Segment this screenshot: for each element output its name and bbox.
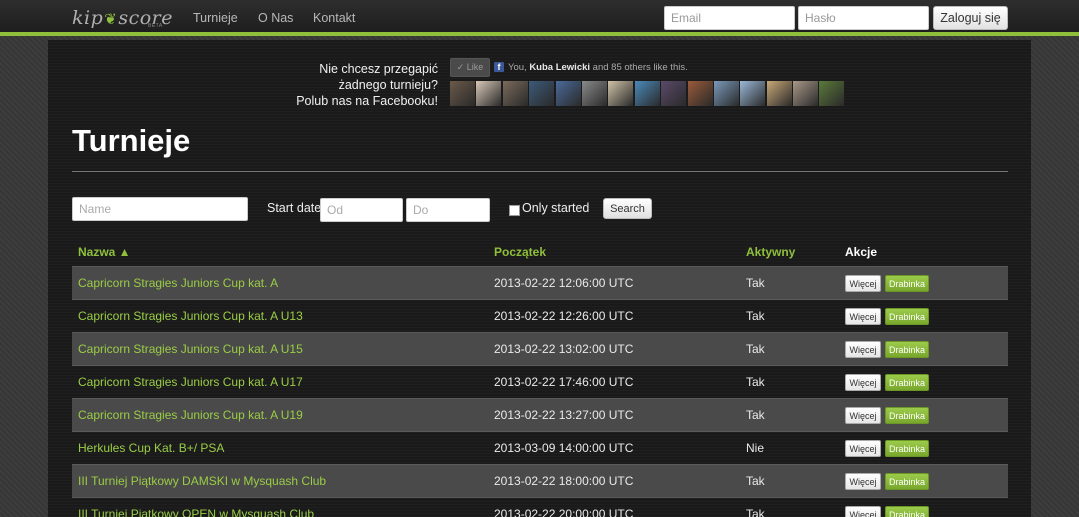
tournament-start-date: 2013-03-09 14:00:00 UTC — [494, 441, 634, 455]
table-row: Capricorn Stragies Juniors Cup kat. A U1… — [72, 398, 1008, 431]
bracket-button[interactable]: Drabinka — [885, 308, 929, 325]
name-filter-input[interactable] — [72, 197, 248, 221]
logo-beta-badge: BETA — [148, 23, 163, 29]
facebook-promo-line: Nie chcesz przegapić — [319, 62, 438, 76]
title-divider — [72, 171, 1008, 172]
bracket-button[interactable]: Drabinka — [885, 440, 929, 457]
nav-link-turnieje[interactable]: Turnieje — [193, 11, 238, 25]
tournament-name-link[interactable]: Herkules Cup Kat. B+/ PSA — [78, 441, 224, 455]
facebook-friend-avatar[interactable] — [713, 81, 739, 106]
tournament-active-status: Tak — [746, 375, 765, 389]
logo-leaf-icon: ❦ — [104, 10, 118, 28]
more-button[interactable]: Więcej — [845, 308, 881, 325]
facebook-friend-avatar[interactable] — [502, 81, 528, 106]
column-header-start[interactable]: Początek — [494, 245, 546, 259]
more-button[interactable]: Więcej — [845, 374, 881, 391]
facebook-friend-avatar[interactable] — [634, 81, 660, 106]
facebook-friend-avatar[interactable] — [766, 81, 792, 106]
only-started-label: Only started — [522, 201, 590, 215]
social-suffix: and 85 others like this. — [590, 62, 688, 73]
more-button[interactable]: Więcej — [845, 407, 881, 424]
facebook-friend-avatar[interactable] — [740, 81, 766, 106]
facebook-like-button[interactable]: ✓ Like — [450, 58, 490, 77]
tournament-name-link[interactable]: III Turniej Piątkowy DAMSKI w Mysquash C… — [78, 474, 326, 488]
facebook-friend-avatar[interactable] — [819, 81, 845, 106]
tournament-start-date: 2013-02-22 20:00:00 UTC — [494, 507, 634, 517]
start-date-label: Start date — [267, 201, 322, 215]
tournament-active-status: Tak — [746, 342, 765, 356]
more-button[interactable]: Więcej — [845, 275, 881, 292]
facebook-friend-avatar[interactable] — [581, 81, 607, 106]
bracket-button[interactable]: Drabinka — [885, 275, 929, 292]
more-button[interactable]: Więcej — [845, 341, 881, 358]
tournament-name-link[interactable]: Capricorn Stragies Juniors Cup kat. A — [78, 276, 278, 290]
tournament-start-date: 2013-02-22 12:26:00 UTC — [494, 309, 634, 323]
table-row: Capricorn Stragies Juniors Cup kat. A 20… — [72, 266, 1008, 299]
social-prefix: You, — [508, 62, 530, 73]
facebook-friend-avatar[interactable] — [608, 81, 634, 106]
facebook-faces — [450, 81, 846, 106]
page-title: Turnieje — [72, 123, 191, 158]
email-field[interactable] — [664, 6, 795, 30]
table-row: Herkules Cup Kat. B+/ PSA 2013-03-09 14:… — [72, 431, 1008, 464]
facebook-friend-avatar[interactable] — [555, 81, 581, 106]
tournament-start-date: 2013-02-22 13:27:00 UTC — [494, 408, 634, 422]
social-friend-name[interactable]: Kuba Lewicki — [529, 62, 590, 73]
column-header-active[interactable]: Aktywny — [746, 245, 795, 259]
login-button[interactable]: Zaloguj się — [933, 6, 1008, 30]
tournament-start-date: 2013-02-22 17:46:00 UTC — [494, 375, 634, 389]
search-button[interactable]: Search — [603, 198, 652, 219]
facebook-friend-avatar[interactable] — [661, 81, 687, 106]
only-started-checkbox[interactable] — [509, 205, 520, 216]
tournament-name-link[interactable]: Capricorn Stragies Juniors Cup kat. A U1… — [78, 375, 303, 389]
logo-kip-text: kip — [72, 7, 104, 29]
tournament-active-status: Nie — [746, 441, 765, 455]
tournament-name-link[interactable]: III Turniej Piątkowy OPEN w Mysquash Clu… — [78, 507, 314, 517]
column-header-actions: Akcje — [845, 245, 878, 259]
facebook-friend-avatar[interactable] — [687, 81, 713, 106]
top-navbar: kip❦score BETA Turnieje O Nas Kontakt Za… — [0, 0, 1079, 36]
tournament-start-date: 2013-02-22 13:02:00 UTC — [494, 342, 634, 356]
tournament-name-link[interactable]: Capricorn Stragies Juniors Cup kat. A U1… — [78, 408, 303, 422]
tournament-start-date: 2013-02-22 18:00:00 UTC — [494, 474, 634, 488]
facebook-promo-line: Polub nas na Facebooku! — [296, 94, 438, 108]
tournament-active-status: Tak — [746, 309, 765, 323]
table-row: III Turniej Piątkowy OPEN w Mysquash Clu… — [72, 497, 1008, 517]
kipscore-logo[interactable]: kip❦score BETA — [72, 7, 173, 31]
date-to-input[interactable] — [406, 198, 490, 222]
facebook-friend-avatar[interactable] — [450, 81, 475, 106]
facebook-friend-avatar[interactable] — [529, 81, 555, 106]
bracket-button[interactable]: Drabinka — [885, 407, 929, 424]
facebook-promo-text: Nie chcesz przegapić żadnego turnieju? P… — [296, 61, 438, 109]
tournament-name-link[interactable]: Capricorn Stragies Juniors Cup kat. A U1… — [78, 309, 303, 323]
tournament-start-date: 2013-02-22 12:06:00 UTC — [494, 276, 634, 290]
date-from-input[interactable] — [320, 198, 403, 222]
tournament-active-status: Tak — [746, 276, 765, 290]
nav-link-o-nas[interactable]: O Nas — [258, 11, 293, 25]
password-field[interactable] — [798, 6, 929, 30]
bracket-button[interactable]: Drabinka — [885, 473, 929, 490]
facebook-social-context: You, Kuba Lewicki and 85 others like thi… — [508, 62, 688, 73]
bracket-button[interactable]: Drabinka — [885, 506, 929, 517]
table-row: Capricorn Stragies Juniors Cup kat. A U1… — [72, 365, 1008, 398]
table-row: Capricorn Stragies Juniors Cup kat. A U1… — [72, 332, 1008, 365]
facebook-icon: f — [494, 62, 504, 72]
tournament-active-status: Tak — [746, 408, 765, 422]
more-button[interactable]: Więcej — [845, 506, 881, 517]
more-button[interactable]: Więcej — [845, 440, 881, 457]
facebook-friend-avatar[interactable] — [793, 81, 819, 106]
tournament-active-status: Tak — [746, 474, 765, 488]
nav-link-kontakt[interactable]: Kontakt — [313, 11, 355, 25]
bracket-button[interactable]: Drabinka — [885, 341, 929, 358]
tournament-active-status: Tak — [746, 507, 765, 517]
table-row: Capricorn Stragies Juniors Cup kat. A U1… — [72, 299, 1008, 332]
more-button[interactable]: Więcej — [845, 473, 881, 490]
column-header-name[interactable]: Nazwa ▲ — [78, 245, 131, 259]
tournament-name-link[interactable]: Capricorn Stragies Juniors Cup kat. A U1… — [78, 342, 303, 356]
facebook-promo-line: żadnego turnieju? — [338, 78, 438, 92]
bracket-button[interactable]: Drabinka — [885, 374, 929, 391]
facebook-friend-avatar[interactable] — [476, 81, 502, 106]
table-row: III Turniej Piątkowy DAMSKI w Mysquash C… — [72, 464, 1008, 497]
logo-score-text: score — [118, 7, 174, 29]
